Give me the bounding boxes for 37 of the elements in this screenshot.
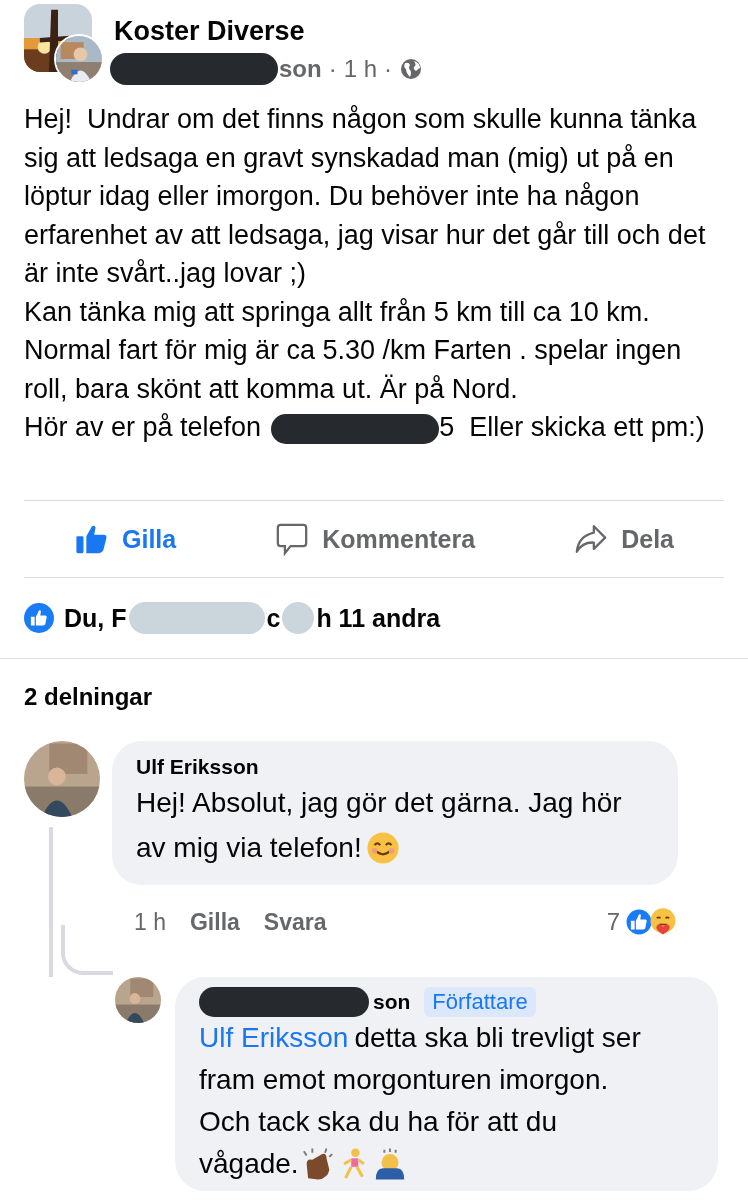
- shares-count[interactable]: 2 delningar: [24, 683, 153, 710]
- post-text: Hej! Undrar om det finns någon som skulle kunna tänka sig att ledsaga en gravt synskadad man (mig) ut på en löptur idag eller imorgon. Du behöver inte ha någon erfarenhet av att ledsaga, jag visar hur det går till och det är inte svårt..jag lovar ;): [24, 103, 707, 290]
- like-button[interactable]: Gilla: [70, 516, 181, 562]
- comment-text: detta ska bli trevligt ser: [354, 1021, 641, 1055]
- reaction-names[interactable]: h 11 andra: [316, 603, 441, 633]
- commenter-name[interactable]: son: [373, 990, 411, 1014]
- separator: ·: [328, 55, 337, 83]
- hugging-face-icon: [648, 907, 678, 937]
- comment-text: fram emot morgonturen imorgon.: [199, 1063, 609, 1097]
- post-time[interactable]: 1 h: [343, 55, 378, 83]
- mention-link[interactable]: Ulf Eriksson: [199, 1017, 349, 1059]
- comment-text: av mig via telefon!: [136, 831, 362, 865]
- comment-time[interactable]: 1 h: [134, 908, 166, 936]
- comment-text: Och tack ska du ha för att du: [199, 1105, 557, 1139]
- thread-line: [61, 925, 113, 975]
- reaction-names[interactable]: c: [266, 603, 281, 633]
- comment-text: vågade.: [199, 1147, 299, 1181]
- post-text: 5 Eller skicka ett pm:): [439, 412, 705, 442]
- post-text: Kan tänka mig att springa allt från 5 km till ca 10 km. Normal fart för mig är ca 5.30 /km Farten . spelar ingen roll, bara skönt att komma ut. Är på Nord.: [24, 295, 683, 406]
- comment-text: Hej! Absolut, jag gör det gärna. Jag hör: [136, 786, 622, 820]
- separator: ·: [384, 55, 393, 83]
- group-name[interactable]: Koster Diverse: [114, 16, 424, 47]
- share-button[interactable]: Dela: [569, 516, 678, 562]
- smiling-face-icon: [365, 830, 400, 865]
- author-badge: Författare: [424, 987, 536, 1017]
- post-text: Hör av er på telefon: [24, 412, 262, 442]
- reaction-names[interactable]: Du, F: [64, 603, 127, 633]
- comment-action-link[interactable]: Gilla: [190, 908, 240, 936]
- globe-icon: [399, 57, 424, 81]
- like-reaction-icon: [624, 907, 654, 937]
- author-name[interactable]: son: [279, 55, 322, 83]
- commenter-name[interactable]: Ulf Eriksson: [136, 755, 668, 779]
- comment-action-link[interactable]: Svara: [263, 908, 327, 936]
- redaction-mark: [282, 602, 315, 634]
- reaction-count[interactable]: 7: [606, 908, 620, 936]
- comment-button[interactable]: Kommentera: [270, 516, 480, 562]
- like-reaction-icon: [24, 603, 54, 633]
